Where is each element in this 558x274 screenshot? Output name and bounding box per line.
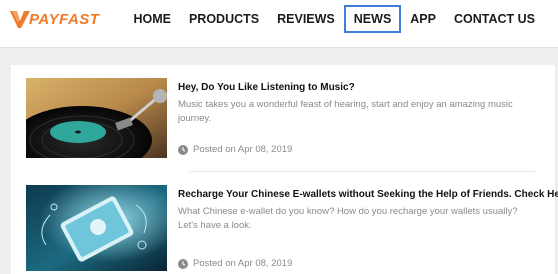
article-description: What Chinese e-wallet do you know? How d… <box>178 206 518 231</box>
news-list: Hey, Do You Like Listening to Music? Mus… <box>11 65 558 274</box>
nav-products[interactable]: PRODUCTS <box>180 5 268 33</box>
nav-home[interactable]: HOME <box>124 5 180 33</box>
nav-app[interactable]: APP <box>401 5 445 33</box>
article-divider <box>189 171 535 172</box>
nav-contact-us[interactable]: CONTACT US <box>445 5 544 33</box>
clock-icon <box>178 144 188 155</box>
main-nav: HOME PRODUCTS REVIEWS NEWS APP CONTACT U… <box>124 5 544 33</box>
smartphone-digital-world-image <box>26 185 167 271</box>
site-logo[interactable]: PAYFAST <box>9 8 99 30</box>
article-date: Posted on Apr 08, 2019 <box>178 144 292 155</box>
article-description: Music takes you a wonderful feast of hea… <box>178 99 513 124</box>
article-date-text: Posted on Apr 08, 2019 <box>193 144 293 155</box>
vinyl-record-player-image <box>26 78 167 158</box>
article-date-text: Posted on Apr 08, 2019 <box>193 258 293 269</box>
logo-v-mark <box>10 11 30 28</box>
article-date: Posted on Apr 08, 2019 <box>178 258 292 269</box>
article-title[interactable]: Hey, Do You Like Listening to Music? <box>178 82 355 93</box>
logo-text: PAYFAST <box>29 10 100 28</box>
nav-news[interactable]: NEWS <box>343 5 402 33</box>
article-thumbnail[interactable] <box>26 185 167 271</box>
nav-reviews[interactable]: REVIEWS <box>268 5 344 33</box>
clock-icon <box>178 258 188 269</box>
article-thumbnail[interactable] <box>26 78 167 158</box>
article-card[interactable]: Recharge Your Chinese E-wallets without … <box>26 185 558 271</box>
article-title[interactable]: Recharge Your Chinese E-wallets without … <box>178 189 558 200</box>
site-header: PAYFAST HOME PRODUCTS REVIEWS NEWS APP C… <box>0 0 558 48</box>
article-card[interactable]: Hey, Do You Like Listening to Music? Mus… <box>26 78 551 164</box>
